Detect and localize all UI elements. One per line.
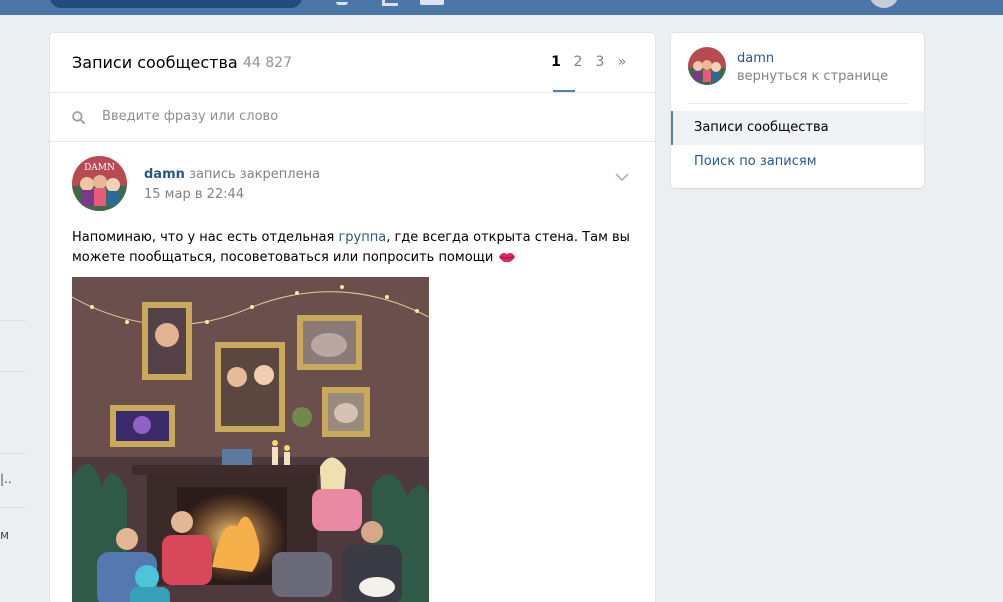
card-header: Записи сообщества 44 827 1 2 3 » — [50, 33, 655, 93]
left-menu-item-truncated[interactable]: |.. — [0, 472, 12, 486]
post-date[interactable]: 15 мар в 22:44 — [144, 187, 244, 202]
sidebar-item-community-posts[interactable]: Записи сообщества — [671, 111, 924, 145]
top-search-field[interactable] — [50, 0, 302, 8]
page-title: Записи сообщества — [72, 53, 238, 72]
left-menu-item-truncated[interactable]: м — [0, 528, 9, 542]
search-row — [50, 93, 655, 142]
post-image[interactable] — [72, 277, 429, 602]
group-avatar[interactable] — [688, 47, 726, 85]
notifications-icon[interactable] — [336, 0, 348, 5]
community-sidebar: damn вернуться к странице Записи сообщес… — [671, 33, 924, 188]
left-menu-divider — [0, 507, 26, 508]
left-menu-divider — [0, 371, 26, 372]
sidebar-divider — [688, 103, 908, 104]
pagination: 1 2 3 » — [545, 54, 633, 70]
post-author-avatar[interactable]: DAMN — [72, 156, 127, 211]
left-menu-divider — [0, 320, 26, 321]
top-bar — [0, 0, 1003, 15]
search-icon — [72, 111, 85, 124]
post-text: Напоминаю, что у нас есть отдельная груп… — [72, 228, 632, 268]
post-author-line: damn запись закреплена — [144, 167, 320, 182]
left-menu-divider — [0, 453, 26, 454]
user-avatar[interactable] — [869, 0, 899, 8]
back-to-page-link[interactable]: вернуться к странице — [737, 69, 888, 84]
next-page-link[interactable]: » — [611, 54, 633, 70]
post-author-name[interactable]: damn — [144, 167, 185, 182]
page-link-2[interactable]: 2 — [567, 54, 589, 70]
sidebar-item-search-posts[interactable]: Поиск по записям — [671, 145, 924, 179]
search-input[interactable] — [102, 109, 602, 124]
music-icon[interactable] — [382, 0, 398, 6]
community-posts-card: Записи сообщества 44 827 1 2 3 » Введите… — [50, 33, 655, 602]
group-name-link[interactable]: damn — [737, 51, 774, 66]
page-link-1[interactable]: 1 — [545, 54, 567, 70]
pinned-note: запись закреплена — [189, 167, 321, 182]
kiss-lips-icon — [498, 253, 515, 263]
chevron-down-icon[interactable] — [615, 172, 629, 182]
active-page-indicator — [553, 90, 575, 92]
group-link[interactable]: группа — [338, 230, 386, 245]
posts-count: 44 827 — [243, 55, 292, 71]
page-link-3[interactable]: 3 — [589, 54, 611, 70]
avatar-logo-text: DAMN — [84, 163, 115, 173]
post-text-part: Напоминаю, что у нас есть отдельная — [72, 230, 339, 245]
apps-icon[interactable] — [420, 0, 444, 5]
